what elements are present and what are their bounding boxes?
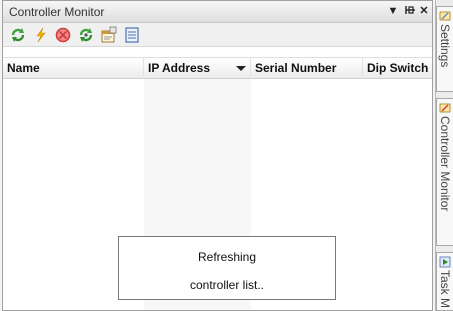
pin-icon[interactable] xyxy=(403,3,417,19)
column-header-ip-address-label: IP Address xyxy=(148,61,211,75)
side-tab-task[interactable]: Task M xyxy=(436,252,453,311)
grid-header: Name IP Address Serial Number Dip Switch xyxy=(3,57,432,79)
side-tab-controller-monitor-label: Controller Monitor xyxy=(438,116,452,212)
refresh-icon[interactable] xyxy=(9,26,27,44)
column-header-dip-switch[interactable]: Dip Switch xyxy=(363,58,432,79)
side-tab-settings[interactable]: Settings xyxy=(436,6,453,92)
sort-descending-icon xyxy=(236,66,246,71)
close-icon[interactable]: ✕ xyxy=(417,3,431,19)
properties-icon[interactable] xyxy=(100,26,118,44)
panel-menu-dropdown-icon[interactable]: ▼ xyxy=(386,3,400,19)
task-icon xyxy=(439,256,451,268)
stop-icon[interactable] xyxy=(54,26,72,44)
side-tab-task-label: Task M xyxy=(438,270,452,309)
refreshing-status-line1: Refreshing xyxy=(197,250,257,264)
refreshing-status-popup: Refreshing controller list.. xyxy=(118,236,336,300)
column-header-name[interactable]: Name xyxy=(3,58,144,79)
side-tab-settings-label: Settings xyxy=(438,24,452,68)
refreshing-status-line2: controller list.. xyxy=(189,278,265,292)
panel-toolbar xyxy=(3,23,432,47)
panel-title: Controller Monitor xyxy=(9,5,105,19)
side-tab-strip: Settings Controller Monitor Task M xyxy=(435,0,453,311)
side-tab-controller-monitor[interactable]: Controller Monitor xyxy=(436,98,453,246)
lightning-icon[interactable] xyxy=(32,26,50,44)
sync-icon[interactable] xyxy=(77,26,95,44)
panel-titlebar: Controller Monitor ▼ ✕ xyxy=(3,1,432,23)
column-header-ip-address[interactable]: IP Address xyxy=(144,58,251,79)
list-icon[interactable] xyxy=(123,26,141,44)
settings-icon xyxy=(439,10,451,22)
controller-icon xyxy=(439,102,451,114)
column-header-serial-number[interactable]: Serial Number xyxy=(251,58,363,79)
controller-monitor-panel: Controller Monitor ▼ ✕ Name IP Address S… xyxy=(2,0,433,311)
